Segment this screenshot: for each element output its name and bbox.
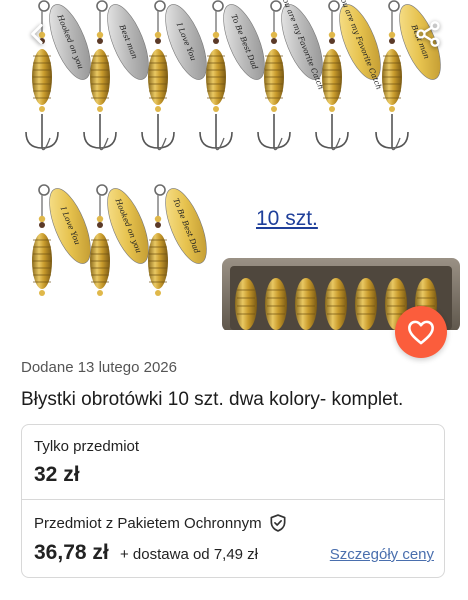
protected-option-label-row: Przedmiot z Pakietem Ochronnym — [34, 513, 288, 533]
delivery-cost: + dostawa od 7,49 zł — [120, 546, 259, 563]
lures-illustration: Hooked on you Best man I Love You To Be Bes… — [25, 0, 460, 330]
boxed-lure — [235, 278, 257, 330]
price-card: Tylko przedmiot 32 zł Przedmiot z Pakiet… — [21, 424, 445, 578]
item-only-price: 32 zł — [34, 463, 80, 486]
back-button[interactable] — [18, 14, 58, 54]
share-button[interactable] — [408, 14, 448, 54]
boxed-lure — [295, 278, 317, 330]
listing-date: Dodane 13 lutego 2026 — [21, 359, 177, 376]
boxed-lure — [355, 278, 377, 330]
protected-label: Przedmiot z Pakietem Ochronnym — [34, 514, 262, 532]
listing-title: Błystki obrotówki 10 szt. dwa kolory- ko… — [21, 389, 404, 410]
share-icon — [416, 21, 440, 47]
spinner-lure: Hooked on you — [90, 184, 149, 296]
heart-icon — [408, 320, 434, 345]
spinner-lure: I Love You — [32, 184, 91, 296]
divider — [22, 499, 444, 500]
boxed-lure — [325, 278, 347, 330]
shield-check-icon[interactable] — [268, 513, 288, 533]
item-only-label: Tylko przedmiot — [34, 438, 140, 455]
chevron-left-icon — [31, 23, 43, 45]
spinner-lure: Best man — [83, 0, 149, 151]
product-photo[interactable]: Hooked on you Best man I Love You To Be Bes… — [0, 0, 468, 330]
favorite-button[interactable] — [395, 306, 447, 358]
spinner-lure: I Love You — [141, 0, 207, 151]
spinner-lure: To Be Best Dad — [199, 0, 265, 151]
spinner-lure: You are my Favorite Catch — [257, 0, 326, 151]
quantity-caption: 10 szt. — [256, 207, 318, 230]
spinner-lure: You are my Favorite Catch — [315, 0, 384, 151]
price-details-link[interactable]: Szczegóły ceny — [330, 546, 434, 563]
boxed-lure — [265, 278, 287, 330]
spinner-lure: To Be Best Dad — [148, 184, 207, 296]
protected-price: 36,78 zł — [34, 541, 109, 564]
item-only-option[interactable]: Tylko przedmiot 32 zł — [22, 425, 444, 499]
